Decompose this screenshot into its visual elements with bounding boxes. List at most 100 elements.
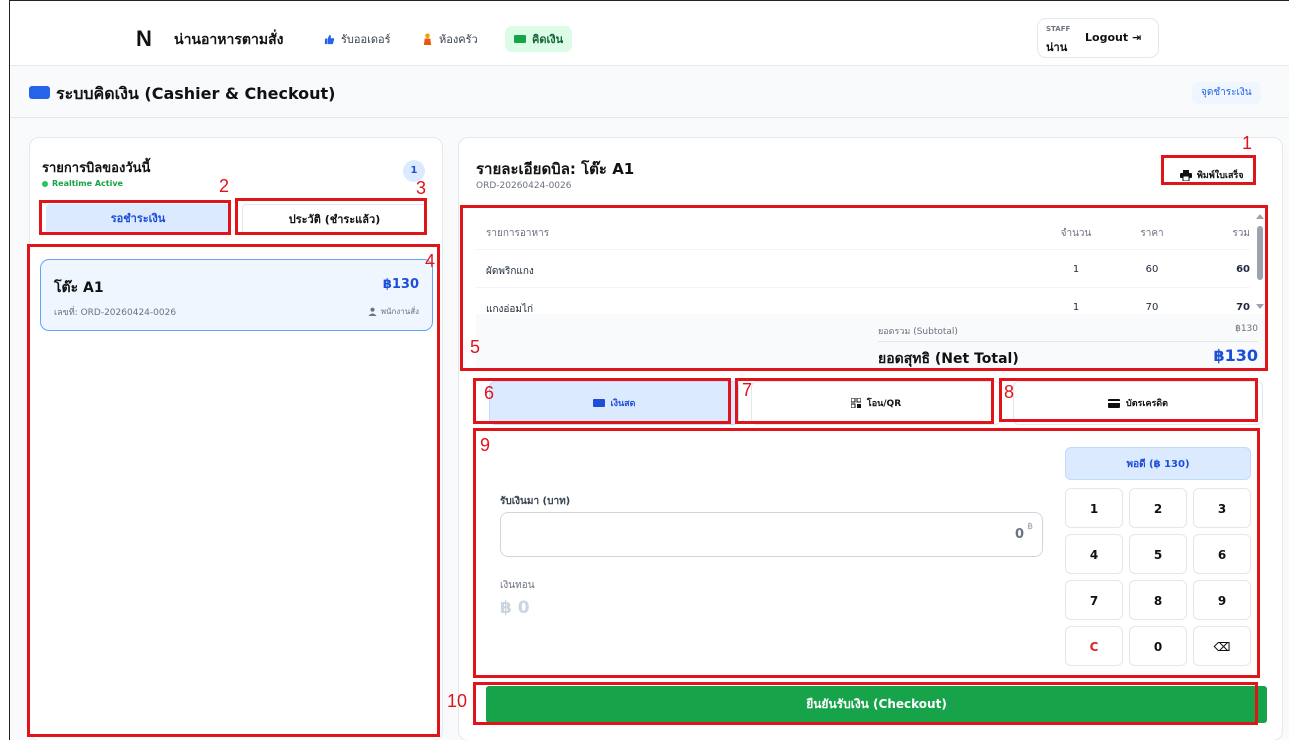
nav-link-kitchen-label: ห้องครัว [439,33,478,46]
keypad-key-6[interactable]: 6 [1193,534,1251,574]
totals-divider [878,341,1258,342]
print-receipt-button[interactable]: พิมพ์ใบเสร็จ [1180,165,1244,185]
net-total-value: ฿130 [1213,346,1258,365]
annotation-number-9: 9 [480,435,491,455]
cash-icon [592,399,605,407]
bills-panel: รายการบิลของวันนี้ Realtime Active 1 รอช… [29,137,443,740]
pay-method-qr[interactable]: โอน/QR [751,381,1001,425]
net-total-label: ยอดสุทธิ (Net Total) [878,351,1019,367]
nav-link-cashier[interactable]: คิดเงิน [505,26,573,52]
annotation-number-3: 3 [416,178,427,198]
logout-icon: ⇥ [1131,31,1142,44]
realtime-label: Realtime Active [52,179,123,188]
bill-amount: ฿130 [382,277,419,292]
subtotal-label: ยอดรวม (Subtotal) [878,327,958,337]
item-price: 60 [1145,264,1159,275]
baht-unit: ฿ [1027,522,1033,532]
logout-label: Logout [1085,31,1129,44]
chef-icon [423,33,432,45]
bill-card[interactable]: โต๊ะ A1 ฿130 เลขที่: ORD-20260424-0026 พ… [40,259,433,331]
cash-icon [514,35,526,43]
app-window: N น่านอาหารตามสั่ง รับออเดอร์ ห้องครัว ค… [9,0,1289,740]
received-amount-value: 0 [1014,527,1024,542]
pay-method-cash-label: เงินสด [610,399,636,409]
annotation-number-4: 4 [425,251,436,271]
nav-link-kitchen[interactable]: ห้องครัว [413,26,487,52]
realtime-status: Realtime Active [42,179,123,188]
item-qty: 1 [1072,264,1080,275]
logout-button[interactable]: Logout ⇥ [1085,31,1141,44]
item-qty: 1 [1072,302,1080,313]
cash-payment-form: รับเงินมา (บาท) 0 ฿ เงินทอน ฿ 0 พอดี (฿ … [485,434,1267,676]
tab-history[interactable]: ประวัติ (ชำระแล้ว) [242,204,427,234]
user-icon [368,307,377,316]
col-price: ราคา [1140,228,1164,239]
change-value: ฿ 0 [500,598,530,618]
user-name: น่าน [1046,41,1068,54]
item-total: 70 [1236,302,1250,313]
keypad-key-0[interactable]: 0 [1129,626,1187,666]
bill-detail-order-id: ORD-20260424-0026 [476,181,572,191]
keypad-key-9[interactable]: 9 [1193,580,1251,620]
bill-table-name: โต๊ะ A1 [54,280,104,296]
annotation-number-5: 5 [470,337,481,357]
qr-code-icon [850,398,861,408]
annotation-number-1: 1 [1242,133,1253,153]
top-nav: N น่านอาหารตามสั่ง รับออเดอร์ ห้องครัว ค… [10,1,1289,66]
item-name: ผัดพริกแกง [486,266,534,277]
items-scrollbar[interactable] [1254,212,1266,312]
col-qty: จำนวน [1060,228,1092,239]
printer-icon [1180,169,1192,181]
annotation-number-6: 6 [484,383,495,403]
keypad-key-5[interactable]: 5 [1129,534,1187,574]
tab-pending[interactable]: รอชำระเงิน [46,204,230,234]
table-row: ผัดพริกแกง 1 60 60 [476,250,1250,288]
thumbs-up-icon [324,34,335,44]
bill-staff-label: พนักงานสั่ง [380,307,419,316]
exact-amount-button[interactable]: พอดี (฿ 130) [1065,447,1251,480]
keypad-backspace-icon[interactable]: ⌫ [1193,626,1251,666]
pay-method-card-label: บัตรเครดิต [1125,399,1168,409]
subtotal-value: ฿130 [1235,324,1258,334]
item-price: 70 [1145,302,1159,313]
received-amount-input[interactable]: 0 ฿ [500,512,1043,557]
keypad-key-8[interactable]: 8 [1129,580,1187,620]
scroll-thumb[interactable] [1257,226,1263,280]
bill-staff: พนักงานสั่ง [368,305,419,318]
items-table-header: รายการอาหาร จำนวน ราคา รวม [476,212,1250,250]
col-total: รวม [1232,228,1250,239]
page-header: ระบบคิดเงิน (Cashier & Checkout) จุดชำระ… [10,66,1289,118]
bills-title: รายการบิลของวันนี้ [42,161,151,176]
col-item: รายการอาหาร [486,228,550,239]
keypad-key-2[interactable]: 2 [1129,488,1187,528]
keypad-clear-button[interactable]: C [1065,626,1123,666]
user-role: STAFF [1046,25,1071,33]
nav-link-orders[interactable]: รับออเดอร์ [315,26,400,52]
nav-link-cashier-label: คิดเงิน [532,33,564,46]
keypad-key-1[interactable]: 1 [1065,488,1123,528]
pay-method-cash[interactable]: เงินสด [489,381,739,425]
nav-link-orders-label: รับออเดอร์ [341,33,391,46]
checkout-button[interactable]: ยืนยันรับเงิน (Checkout) [486,686,1267,723]
keypad-key-3[interactable]: 3 [1193,488,1251,528]
card-icon [29,86,50,99]
print-receipt-label: พิมพ์ใบเสร็จ [1197,171,1244,181]
annotation-number-10: 10 [447,691,468,711]
totals-summary: ยอดรวม (Subtotal) ฿130 ยอดสุทธิ (Net Tot… [476,314,1268,370]
brand-name: น่านอาหารตามสั่ง [174,32,284,48]
bill-detail-panel: รายละเอียดบิล: โต๊ะ A1 ORD-20260424-0026… [458,137,1283,740]
item-total: 60 [1236,264,1250,275]
checkout-point-badge: จุดชำระเงิน [1192,82,1261,104]
credit-card-icon [1107,398,1120,408]
keypad-key-4[interactable]: 4 [1065,534,1123,574]
pay-method-card[interactable]: บัตรเครดิต [1013,381,1263,425]
keypad-key-7[interactable]: 7 [1065,580,1123,620]
bill-order-number: เลขที่: ORD-20260424-0026 [54,308,177,318]
annotation-number-7: 7 [742,380,753,400]
bill-detail-title: รายละเอียดบิล: โต๊ะ A1 [476,160,635,178]
pay-method-qr-label: โอน/QR [866,399,902,409]
change-label: เงินทอน [500,580,535,591]
status-dot-icon [42,180,48,187]
user-box: STAFF น่าน Logout ⇥ [1037,18,1159,58]
received-label: รับเงินมา (บาท) [500,496,571,507]
